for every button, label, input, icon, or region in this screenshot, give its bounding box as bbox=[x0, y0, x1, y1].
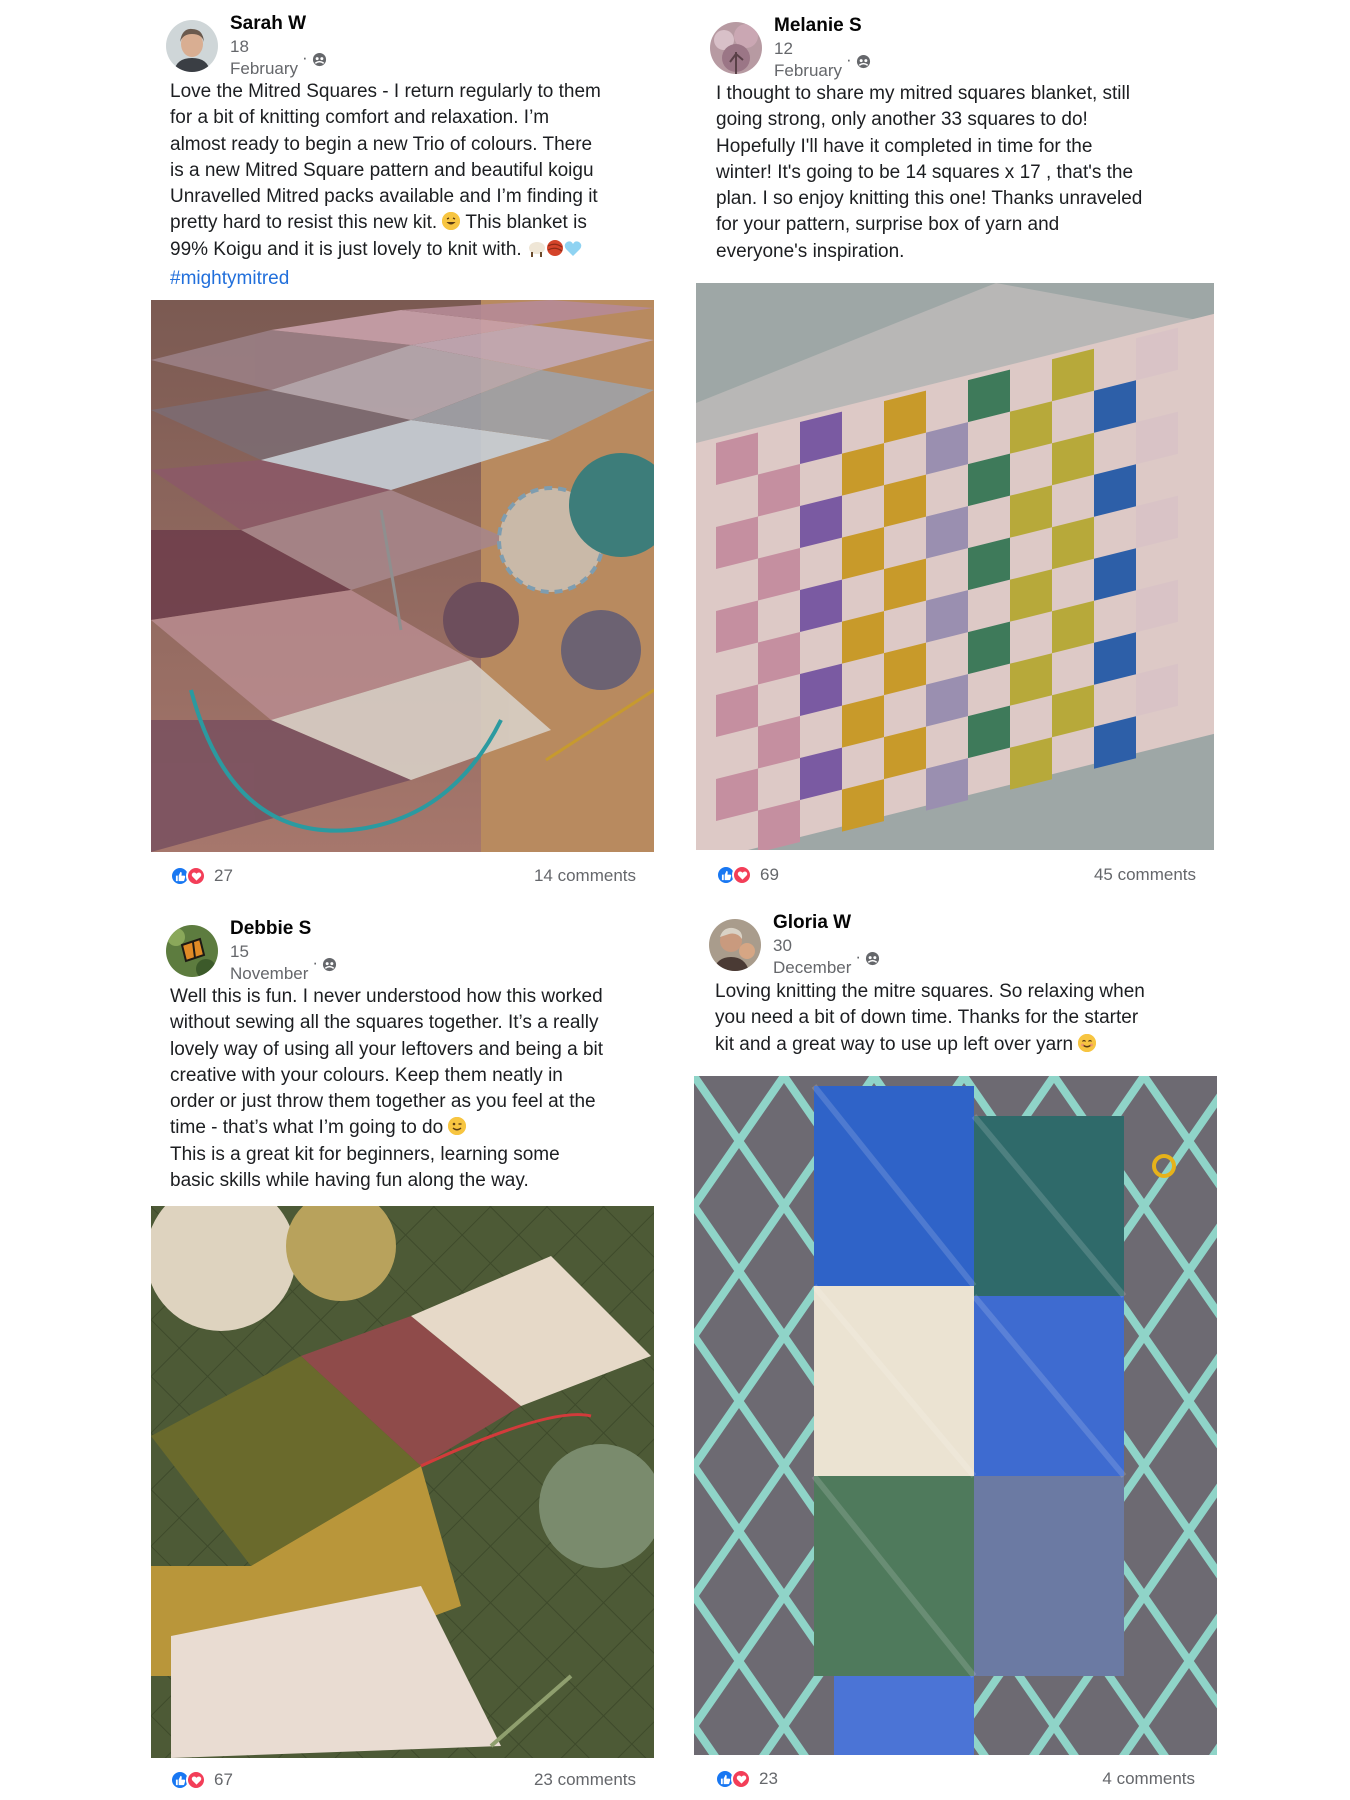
friends-globe-icon bbox=[312, 51, 327, 66]
post-text: Loving knitting the mitre squares. So re… bbox=[715, 979, 1205, 1058]
post-header: Melanie S 12 February · bbox=[710, 14, 871, 82]
wink-emoji-icon bbox=[448, 1117, 467, 1136]
love-reaction-icon bbox=[186, 866, 206, 886]
post-text: Love the Mitred Squares - I return regul… bbox=[170, 79, 650, 292]
post-photo[interactable] bbox=[151, 300, 654, 852]
sheep-yarn-heart-emoji-icon bbox=[527, 238, 585, 266]
comment-count[interactable]: 14 comments bbox=[534, 866, 636, 886]
reactions-summary[interactable]: 69 bbox=[716, 865, 779, 885]
avatar[interactable] bbox=[166, 20, 218, 72]
author-name[interactable]: Sarah W bbox=[230, 12, 327, 36]
comment-count[interactable]: 45 comments bbox=[1094, 865, 1196, 885]
reaction-count: 27 bbox=[214, 866, 233, 885]
love-reaction-icon bbox=[186, 1770, 206, 1790]
author-name[interactable]: Gloria W bbox=[773, 911, 880, 935]
smile-emoji-icon bbox=[1078, 1033, 1097, 1052]
post-date[interactable]: 15 November bbox=[230, 941, 308, 985]
separator: · bbox=[312, 953, 319, 972]
comment-count[interactable]: 23 comments bbox=[534, 1770, 636, 1790]
reaction-count: 67 bbox=[214, 1770, 233, 1789]
post-date[interactable]: 30 December bbox=[773, 935, 851, 979]
reaction-count: 69 bbox=[760, 865, 779, 884]
post-text-body: Love the Mitred Squares - I return regul… bbox=[170, 81, 601, 234]
love-reaction-icon bbox=[731, 1769, 751, 1789]
author-name[interactable]: Melanie S bbox=[774, 14, 871, 38]
post-text: Well this is fun. I never understood how… bbox=[170, 984, 660, 1194]
avatar[interactable] bbox=[710, 22, 762, 74]
love-reaction-icon bbox=[732, 865, 752, 885]
friends-globe-icon bbox=[322, 956, 337, 971]
post-footer: 69 45 comments bbox=[716, 865, 1196, 885]
separator: · bbox=[855, 947, 862, 966]
post-text: I thought to share my mitred squares bla… bbox=[716, 83, 1143, 262]
separator: · bbox=[302, 48, 308, 67]
post-photo[interactable] bbox=[694, 1076, 1217, 1755]
post-header: Sarah W 18 February · bbox=[166, 12, 327, 80]
post-header: Gloria W 30 December · bbox=[709, 911, 880, 979]
post-footer: 27 14 comments bbox=[170, 866, 636, 886]
post-header: Debbie S 15 November · bbox=[166, 917, 337, 985]
avatar[interactable] bbox=[166, 925, 218, 977]
author-name[interactable]: Debbie S bbox=[230, 917, 337, 941]
post-text-tail: This is a great kit for beginners, learn… bbox=[170, 1143, 560, 1192]
post-footer: 67 23 comments bbox=[170, 1770, 636, 1790]
reactions-summary[interactable]: 23 bbox=[715, 1769, 778, 1789]
post-photo[interactable] bbox=[696, 283, 1214, 850]
grin-emoji-icon bbox=[442, 212, 461, 231]
post-date[interactable]: 12 February bbox=[774, 38, 842, 82]
comment-count[interactable]: 4 comments bbox=[1102, 1769, 1195, 1789]
post-text-body: Well this is fun. I never understood how… bbox=[170, 986, 604, 1139]
hashtag-link[interactable]: #mightymitred bbox=[170, 266, 650, 292]
separator: · bbox=[846, 50, 852, 69]
post-footer: 23 4 comments bbox=[715, 1769, 1195, 1789]
friends-globe-icon bbox=[856, 53, 871, 68]
post-photo[interactable] bbox=[151, 1206, 654, 1758]
avatar[interactable] bbox=[709, 919, 761, 971]
reactions-summary[interactable]: 67 bbox=[170, 1770, 233, 1790]
reaction-count: 23 bbox=[759, 1769, 778, 1788]
friends-globe-icon bbox=[865, 950, 880, 965]
post-date[interactable]: 18 February bbox=[230, 36, 298, 80]
reactions-summary[interactable]: 27 bbox=[170, 866, 233, 886]
